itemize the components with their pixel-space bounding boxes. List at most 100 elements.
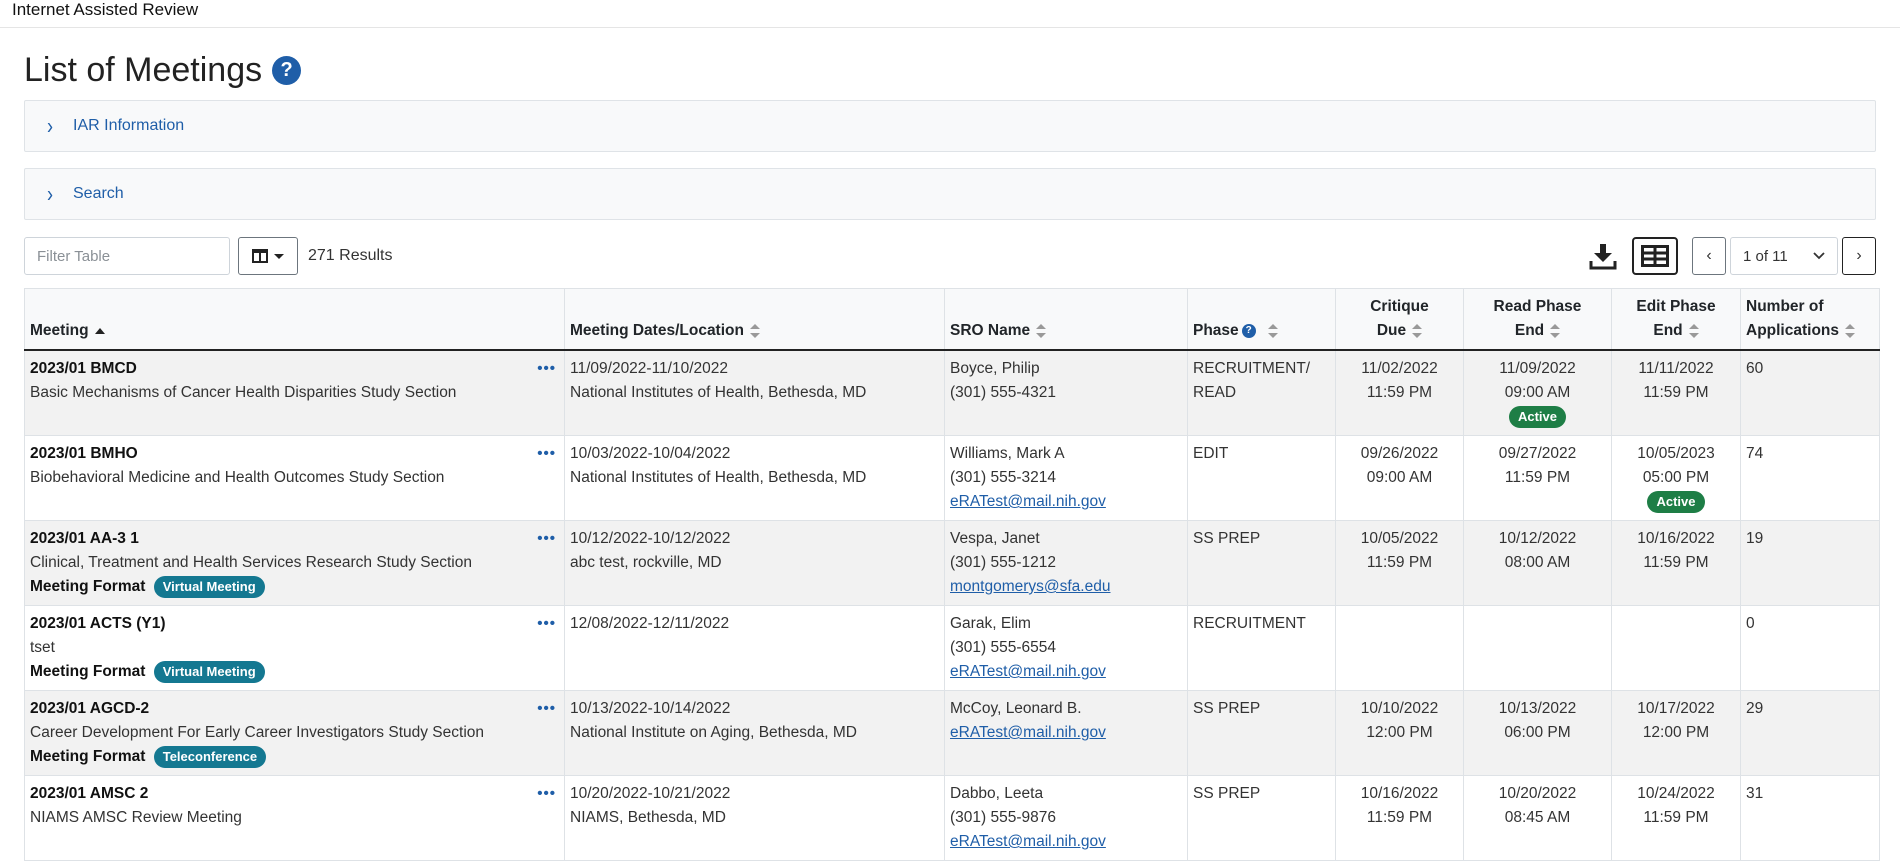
read-date: 10/13/2022 [1498, 700, 1577, 717]
table-grid-icon [1641, 245, 1669, 267]
sort-icon [1845, 323, 1856, 338]
column-header-read-phase-end[interactable]: Read Phase End [1463, 288, 1612, 351]
meeting-dates-cell: 10/20/2022-10/21/2022 NIAMS, Bethesda, MD [564, 775, 945, 861]
sro-email-link[interactable]: eRATest@mail.nih.gov [950, 833, 1106, 850]
meeting-dates: 10/20/2022-10/21/2022 [570, 785, 731, 802]
more-actions-icon[interactable]: ••• [537, 697, 556, 721]
applications-cell: 60 [1740, 349, 1880, 436]
critique-due-cell: 09/26/2022 09:00 AM [1335, 435, 1464, 521]
sro-cell: Dabbo, Leeta (301) 555-9876 eRATest@mail.n… [944, 775, 1188, 861]
meeting-code-link[interactable]: 2023/01 AGCD-2 [30, 697, 559, 721]
search-accordion[interactable]: › Search [24, 168, 1876, 220]
sro-phone: (301) 555-4321 [950, 384, 1056, 401]
meeting-dates-cell: 10/03/2022-10/04/2022 National Institutes… [564, 435, 945, 521]
column-header-dates[interactable]: Meeting Dates/Location [564, 288, 945, 351]
critique-date: 11/02/2022 [1361, 360, 1438, 377]
chevron-down-icon [1813, 252, 1825, 260]
sro-email-link[interactable]: eRATest@mail.nih.gov [950, 663, 1106, 680]
phase-cell: SS PREP [1187, 775, 1336, 861]
applications-cell: 29 [1740, 690, 1880, 776]
meeting-location: National Institutes of Health, Bethesda,… [570, 384, 867, 401]
edit-time: 05:00 PM [1642, 469, 1710, 486]
table-row: 2023/01 ACTS (Y1) ••• tset Meeting Format V… [24, 605, 1880, 691]
edit-time: 11:59 PM [1643, 809, 1709, 826]
edit-date: 10/16/2022 [1637, 530, 1715, 547]
iar-information-accordion[interactable]: › IAR Information [24, 100, 1876, 152]
page-header: List of Meetings ? [24, 40, 1876, 100]
top-bar: Internet Assisted Review [0, 0, 1900, 28]
page-indicator: 1 of 11 [1743, 247, 1788, 265]
critique-time: 09:00 AM [1366, 469, 1433, 486]
read-phase-end-cell: 10/13/2022 06:00 PM [1463, 690, 1612, 776]
sro-name: Boyce, Philip [950, 360, 1040, 377]
meeting-name: Biobehavioral Medicine and Health Outcom… [30, 469, 445, 486]
previous-page-button[interactable]: ‹ [1692, 237, 1726, 275]
table-view-button[interactable] [1632, 237, 1678, 275]
meeting-code-link[interactable]: 2023/01 AMSC 2 [30, 782, 559, 806]
main-content: List of Meetings ? › IAR Information › S… [0, 40, 1900, 861]
read-date: 10/12/2022 [1498, 530, 1577, 547]
sro-email-link[interactable]: montgomerys@sfa.edu [950, 578, 1110, 595]
more-actions-icon[interactable]: ••• [537, 527, 556, 551]
meeting-code-link[interactable]: 2023/01 BMHO [30, 442, 559, 466]
phase-value: EDIT [1193, 445, 1229, 462]
read-phase-end-cell: 10/20/2022 08:45 AM [1463, 775, 1612, 861]
column-header-edit-phase-end[interactable]: Edit Phase End [1611, 288, 1741, 351]
help-icon[interactable]: ? [1241, 323, 1256, 338]
read-time: 08:00 AM [1504, 554, 1571, 571]
meeting-dates: 10/12/2022-10/12/2022 [570, 530, 731, 547]
column-header-sro-name[interactable]: SRO Name [944, 288, 1188, 351]
help-icon[interactable]: ? [272, 55, 302, 85]
table-row: 2023/01 BMCD ••• Basic Mechanisms of Cance… [24, 349, 1880, 436]
meeting-code-link[interactable]: 2023/01 AA-3 1 [30, 527, 559, 551]
applications-count: 74 [1746, 445, 1764, 462]
phase-value: SS PREP [1193, 785, 1261, 802]
column-header-phase[interactable]: Phase? [1187, 288, 1336, 351]
column-header-number-of-applications[interactable]: Number of Applications [1740, 288, 1880, 351]
sro-email-link[interactable]: eRATest@mail.nih.gov [950, 493, 1106, 510]
applications-cell: 74 [1740, 435, 1880, 521]
edit-phase-end-cell: 10/16/2022 11:59 PM [1611, 520, 1741, 606]
sro-email-link[interactable]: eRATest@mail.nih.gov [950, 724, 1106, 741]
critique-due-cell: 10/16/2022 11:59 PM [1335, 775, 1464, 861]
edit-phase-end-cell: 10/05/2023 05:00 PM Active [1611, 435, 1741, 521]
results-count: 271 Results [308, 247, 393, 264]
filter-table-input[interactable] [24, 237, 230, 275]
meeting-dates: 10/13/2022-10/14/2022 [570, 700, 731, 717]
meeting-dates-cell: 11/09/2022-11/10/2022 National Institutes… [564, 349, 945, 436]
download-icon[interactable] [1586, 237, 1620, 275]
edit-date: 11/11/2022 [1638, 360, 1714, 377]
meeting-code-link[interactable]: 2023/01 BMCD [30, 357, 559, 381]
critique-due-cell [1335, 605, 1464, 691]
accordion-label: Search [73, 185, 124, 202]
column-header-critique-due[interactable]: Critique Due [1335, 288, 1464, 351]
edit-time: 12:00 PM [1642, 724, 1710, 741]
applications-cell: 19 [1740, 520, 1880, 606]
more-actions-icon[interactable]: ••• [537, 357, 556, 381]
sro-cell: Garak, Elim (301) 555-6554 eRATest@mail.ni… [944, 605, 1188, 691]
sort-icon [1550, 323, 1561, 338]
read-date: 09/27/2022 [1498, 445, 1577, 462]
more-actions-icon[interactable]: ••• [537, 612, 556, 636]
phase-cell: SS PREP [1187, 690, 1336, 776]
edit-date: 10/05/2023 [1637, 445, 1715, 462]
more-actions-icon[interactable]: ••• [537, 782, 556, 806]
sort-icon [1412, 323, 1423, 338]
table-row: 2023/01 AA-3 1 ••• Clinical, Treatment and… [24, 520, 1880, 606]
next-page-button[interactable]: › [1842, 237, 1876, 275]
sro-name: Vespa, Janet [950, 530, 1040, 547]
page-select[interactable]: 1 of 11 [1730, 237, 1838, 275]
sro-phone: (301) 555-1212 [950, 554, 1056, 571]
meeting-location: NIAMS, Bethesda, MD [570, 809, 726, 826]
applications-count: 60 [1746, 360, 1764, 377]
meeting-code-link[interactable]: 2023/01 ACTS (Y1) [30, 612, 559, 636]
read-time: 09:00 AM [1504, 384, 1571, 401]
column-header-meeting[interactable]: Meeting [24, 288, 565, 351]
more-actions-icon[interactable]: ••• [537, 442, 556, 466]
phase-cell: EDIT [1187, 435, 1336, 521]
column-chooser-button[interactable] [238, 237, 298, 275]
sro-cell: Williams, Mark A (301) 555-3214 eRATest@ma… [944, 435, 1188, 521]
sro-name: Dabbo, Leeta [950, 785, 1044, 802]
table-body: 2023/01 BMCD ••• Basic Mechanisms of Cance… [24, 349, 1880, 861]
sro-phone: (301) 555-3214 [950, 469, 1056, 486]
